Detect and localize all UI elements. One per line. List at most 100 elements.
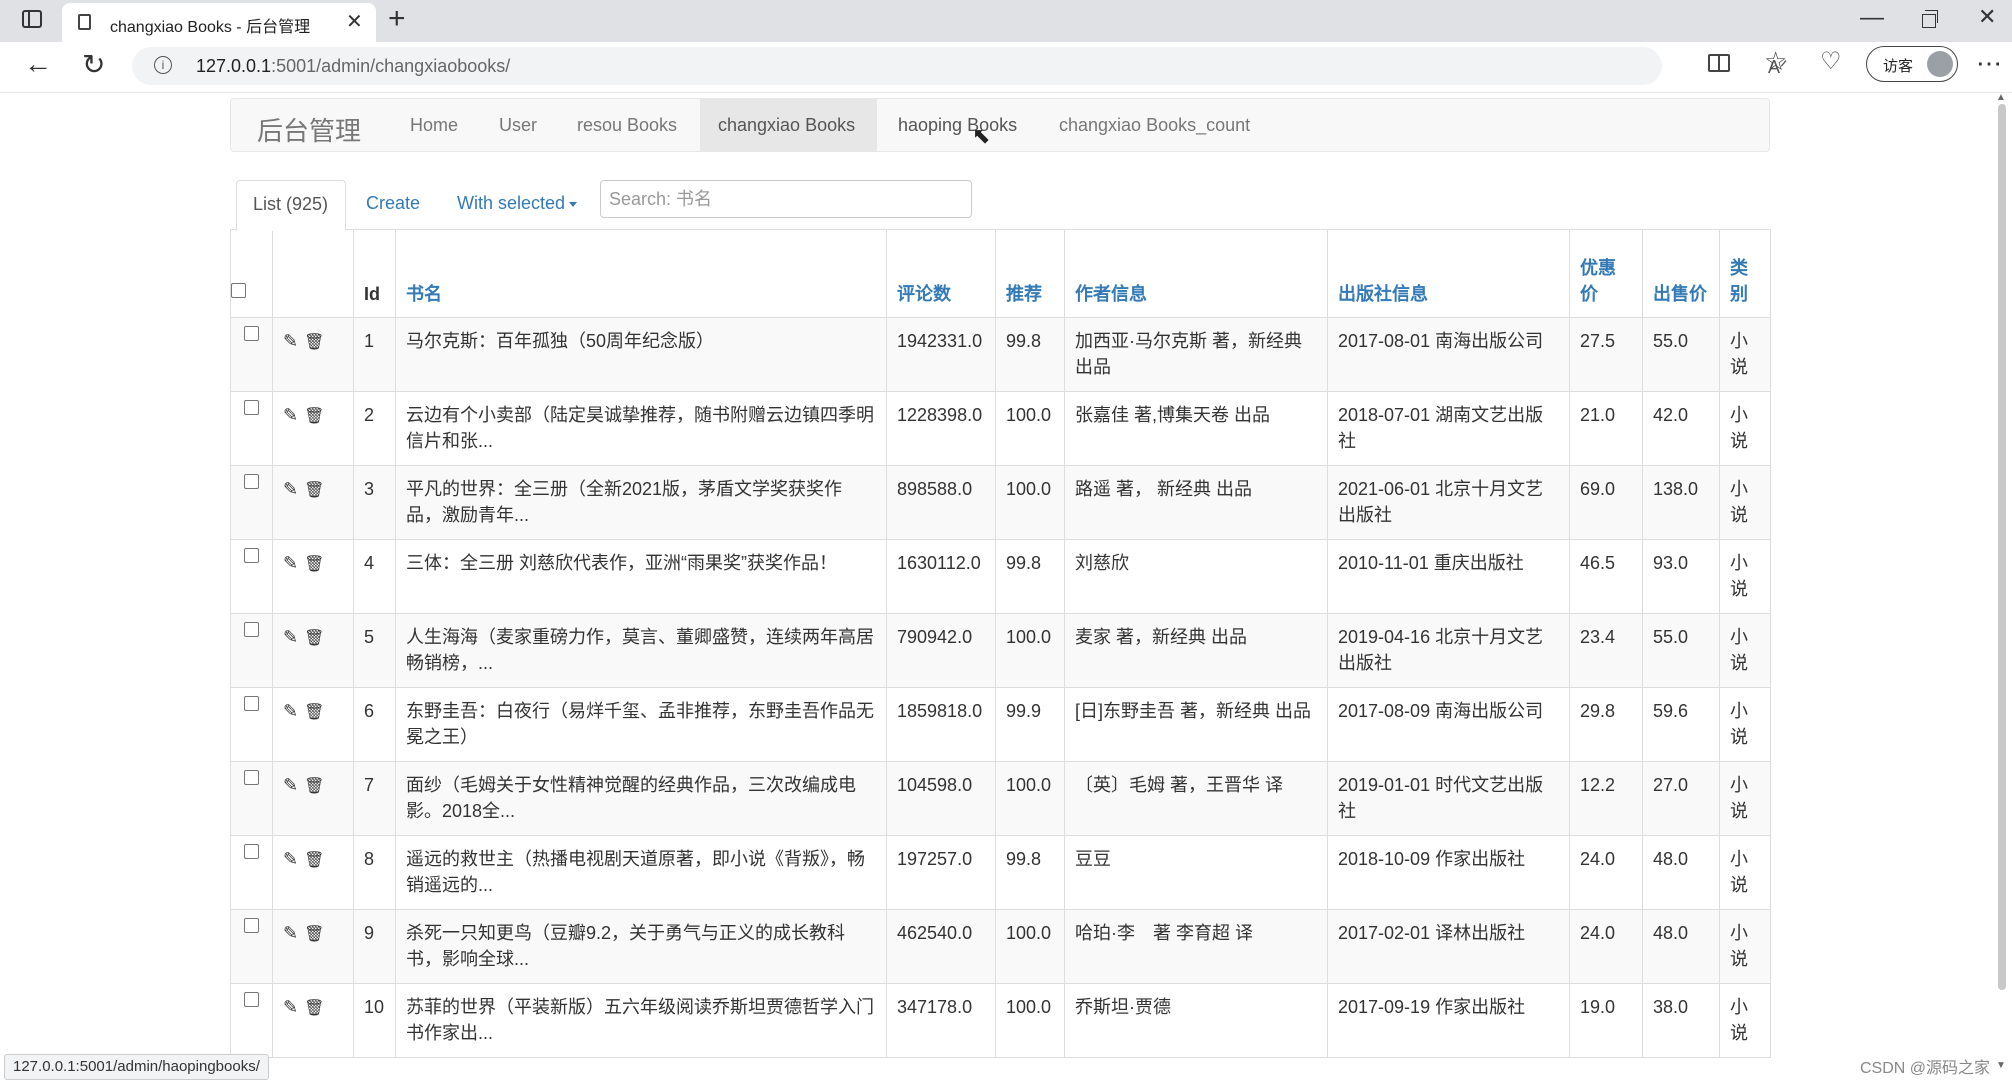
close-window-icon[interactable]: ✕ <box>1978 4 1996 30</box>
scroll-up-arrow-icon[interactable]: ▲ <box>1996 92 2006 103</box>
new-tab-icon[interactable]: + <box>388 2 406 36</box>
nav-item-user[interactable]: User <box>499 115 537 136</box>
more-options-icon[interactable]: ⋯ <box>1976 48 2002 79</box>
delete-trash-icon[interactable]: 🗑 <box>304 626 324 652</box>
table-row: ✎ 🗑 7 面纱（毛姆关于女性精神觉醒的经典作品，三次改编成电影。2018全... 10… <box>230 761 1771 836</box>
edit-pencil-icon[interactable]: ✎ <box>283 402 298 428</box>
restore-icon[interactable] <box>1922 10 1938 28</box>
delete-trash-icon[interactable]: 🗑 <box>304 774 324 800</box>
nav-item-changxiao-books[interactable]: changxiao Books <box>700 99 877 151</box>
row-actions: ✎ 🗑 <box>272 317 354 392</box>
favorites-icon[interactable]: ☆ <box>1764 46 1787 77</box>
row-select-cell <box>230 983 273 1058</box>
vertical-scrollbar[interactable] <box>1998 104 2006 990</box>
row-checkbox[interactable] <box>244 326 259 341</box>
cell-publisher: 2018-07-01 湖南文艺出版社 <box>1327 391 1570 466</box>
cell-id: 4 <box>353 539 396 614</box>
header-recommend[interactable]: 推荐 <box>995 229 1065 318</box>
row-actions: ✎ 🗑 <box>272 761 354 836</box>
header-author[interactable]: 作者信息 <box>1064 229 1328 318</box>
cell-recommend: 100.0 <box>995 983 1065 1058</box>
browser-tab[interactable]: changxiao Books - 后台管理 ✕ <box>62 3 376 42</box>
with-selected-dropdown[interactable]: With selected <box>457 193 578 214</box>
cell-recommend: 100.0 <box>995 761 1065 836</box>
scroll-down-arrow-icon[interactable]: ▼ <box>1996 1060 2006 1071</box>
cell-comments: 197257.0 <box>886 835 996 910</box>
browser-essentials-icon[interactable]: ♡ <box>1820 47 1842 76</box>
edit-pencil-icon[interactable]: ✎ <box>283 846 298 872</box>
nav-item-resou-books[interactable]: resou Books <box>577 115 677 136</box>
profile-button[interactable]: 访客 <box>1866 46 1958 82</box>
row-actions: ✎ 🗑 <box>272 613 354 688</box>
cell-id: 3 <box>353 465 396 540</box>
edit-pencil-icon[interactable]: ✎ <box>283 920 298 946</box>
edit-pencil-icon[interactable]: ✎ <box>283 476 298 502</box>
cell-comments: 1630112.0 <box>886 539 996 614</box>
cell-price: 38.0 <box>1642 983 1720 1058</box>
info-icon[interactable]: i <box>154 56 172 74</box>
row-checkbox[interactable] <box>244 474 259 489</box>
delete-trash-icon[interactable]: 🗑 <box>304 478 324 504</box>
row-checkbox[interactable] <box>244 622 259 637</box>
select-all-checkbox[interactable] <box>231 283 246 298</box>
cell-recommend: 100.0 <box>995 613 1065 688</box>
header-id[interactable]: Id <box>353 229 396 318</box>
header-price[interactable]: 出售价 <box>1642 229 1720 318</box>
row-checkbox[interactable] <box>244 918 259 933</box>
nav-item-changxiao-books-count[interactable]: changxiao Books_count <box>1059 115 1250 136</box>
table-row: ✎ 🗑 8 遥远的救世主（热播电视剧天道原著，即小说《背叛》，畅销遥远的... 1972… <box>230 835 1771 910</box>
split-screen-icon[interactable] <box>1708 54 1730 72</box>
cell-category: 小说 <box>1719 539 1771 614</box>
row-select-cell <box>230 465 273 540</box>
search-input[interactable] <box>600 180 972 218</box>
cell-price: 59.6 <box>1642 687 1720 762</box>
minimize-icon[interactable]: — <box>1860 4 1884 32</box>
sidebar-toggle-icon[interactable] <box>22 10 42 28</box>
refresh-icon[interactable]: ↻ <box>82 48 105 81</box>
status-bar-url: 127.0.0.1:5001/admin/haopingbooks/ <box>4 1054 269 1080</box>
table-row: ✎ 🗑 5 人生海海（麦家重磅力作，莫言、董卿盛赞，连续两年高居畅销榜，... 7909… <box>230 613 1771 688</box>
browser-titlebar: changxiao Books - 后台管理 ✕ + — ✕ <box>0 0 2012 42</box>
url-field[interactable]: i 127.0.0.1:5001/admin/changxiaobooks/ A… <box>132 47 1788 85</box>
header-comments[interactable]: 评论数 <box>886 229 996 318</box>
edit-pencil-icon[interactable]: ✎ <box>283 698 298 724</box>
row-checkbox[interactable] <box>244 548 259 563</box>
cell-author: 张嘉佳 著,博集天卷 出品 <box>1064 391 1328 466</box>
delete-trash-icon[interactable]: 🗑 <box>304 552 324 578</box>
edit-pencil-icon[interactable]: ✎ <box>283 328 298 354</box>
header-discount[interactable]: 优惠价 <box>1569 229 1643 318</box>
nav-item-home[interactable]: Home <box>410 115 458 136</box>
edit-pencil-icon[interactable]: ✎ <box>283 624 298 650</box>
cell-author: 路遥 著， 新经典 出品 <box>1064 465 1328 540</box>
delete-trash-icon[interactable]: 🗑 <box>304 848 324 874</box>
cell-recommend: 100.0 <box>995 909 1065 984</box>
header-category[interactable]: 类别 <box>1719 229 1771 318</box>
tab-list[interactable]: List (925) <box>236 180 346 231</box>
cell-publisher: 2019-04-16 北京十月文艺出版社 <box>1327 613 1570 688</box>
delete-trash-icon[interactable]: 🗑 <box>304 330 324 356</box>
brand-title[interactable]: 后台管理 <box>257 111 361 148</box>
row-checkbox[interactable] <box>244 696 259 711</box>
edit-pencil-icon[interactable]: ✎ <box>283 772 298 798</box>
cell-category: 小说 <box>1719 835 1771 910</box>
delete-trash-icon[interactable]: 🗑 <box>304 404 324 430</box>
delete-trash-icon[interactable]: 🗑 <box>304 996 324 1022</box>
header-publisher[interactable]: 出版社信息 <box>1327 229 1570 318</box>
cell-id: 10 <box>353 983 396 1058</box>
row-select-cell <box>230 835 273 910</box>
list-toolbar: List (925) Create With selected <box>236 180 1770 231</box>
edit-pencil-icon[interactable]: ✎ <box>283 994 298 1020</box>
cell-author: 麦家 著，新经典 出品 <box>1064 613 1328 688</box>
delete-trash-icon[interactable]: 🗑 <box>304 922 324 948</box>
row-checkbox[interactable] <box>244 770 259 785</box>
edit-pencil-icon[interactable]: ✎ <box>283 550 298 576</box>
close-tab-icon[interactable]: ✕ <box>346 9 363 34</box>
header-title[interactable]: 书名 <box>395 229 887 318</box>
nav-item-haoping-books[interactable]: haoping Books <box>898 115 1017 136</box>
delete-trash-icon[interactable]: 🗑 <box>304 700 324 726</box>
row-checkbox[interactable] <box>244 844 259 859</box>
back-arrow-icon[interactable]: ← <box>24 48 52 80</box>
row-checkbox[interactable] <box>244 400 259 415</box>
row-checkbox[interactable] <box>244 992 259 1007</box>
create-link[interactable]: Create <box>366 193 420 214</box>
